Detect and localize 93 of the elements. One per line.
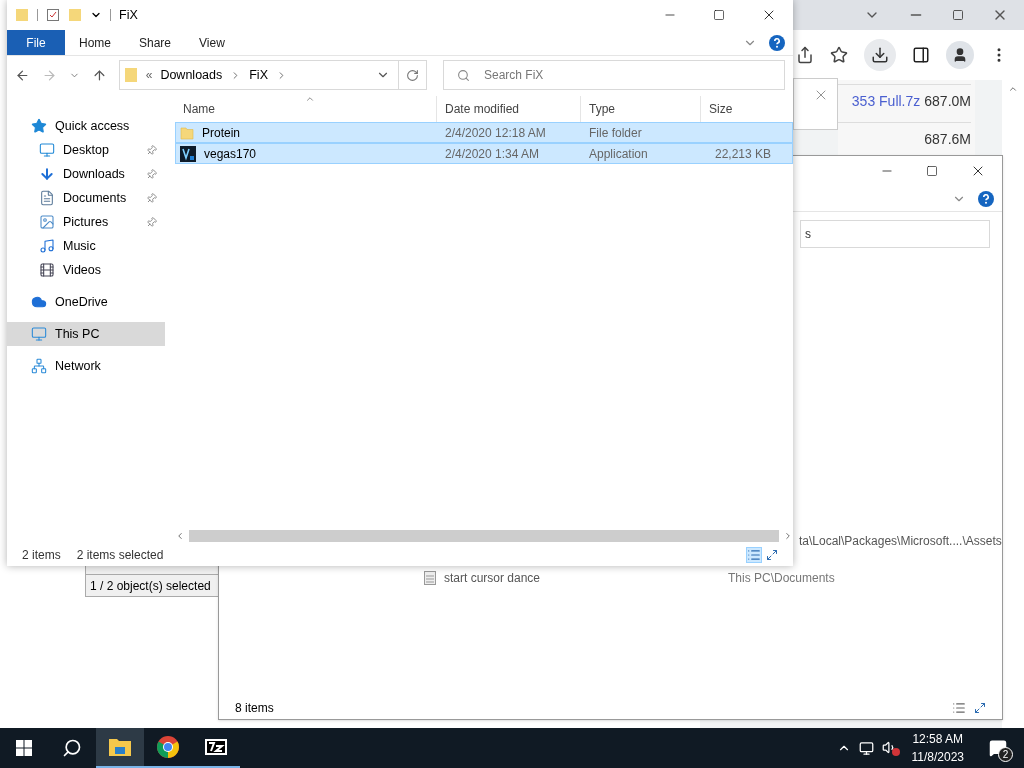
volume-muted-icon[interactable] [881, 740, 900, 756]
selection-status: 1 / 2 object(s) selected [90, 577, 211, 595]
document-icon [39, 190, 55, 206]
file-name: start cursor dance [444, 570, 542, 587]
folder-icon [123, 67, 138, 83]
nav-item[interactable]: Pictures [7, 210, 165, 234]
nav-item[interactable]: OneDrive [7, 290, 165, 314]
nav-item[interactable]: Documents [7, 186, 165, 210]
ribbon-tab[interactable]: Home [65, 30, 125, 55]
windows-logo-icon [16, 740, 32, 756]
ribbon-tab[interactable]: File [7, 30, 65, 55]
download-size: 687.6M [924, 130, 971, 149]
file-row[interactable]: vegas170 2/4/2020 1:34 AM Application 22,213 KB [175, 143, 793, 164]
image-icon [39, 214, 55, 230]
column-header[interactable]: Name [175, 96, 436, 122]
ribbon-tab[interactable]: Share [125, 30, 186, 55]
star-icon[interactable] [830, 46, 848, 64]
file-location: This PC\Documents [728, 570, 835, 587]
details-view-icon[interactable] [746, 547, 762, 563]
date-modified: 2/4/2020 1:34 AM [444, 145, 541, 163]
search-field[interactable]: Search FiX [443, 60, 785, 90]
refresh-icon[interactable] [406, 68, 419, 82]
scroll-right-icon[interactable] [783, 530, 793, 541]
file-icon [424, 571, 436, 585]
notification-button[interactable]: 2 [980, 728, 1016, 768]
breadcrumb-item[interactable]: FiX [249, 65, 268, 85]
monitor-icon [31, 326, 47, 342]
nav-item[interactable]: Music [7, 234, 165, 258]
file-row[interactable]: Protein 2/4/2020 12:18 AM File folder [175, 122, 793, 143]
help-icon[interactable] [978, 190, 994, 207]
window-title: FiX [119, 6, 139, 24]
app-icon [180, 145, 196, 162]
breadcrumb-item[interactable]: Downloads [160, 65, 223, 85]
monitor-icon [39, 142, 55, 158]
details-view-icon[interactable] [952, 701, 966, 715]
folder-icon [108, 737, 132, 757]
search-field[interactable]: s [800, 220, 990, 248]
file-type: Application [588, 145, 649, 163]
download-size: 687.0M [924, 92, 971, 111]
maximize-icon[interactable] [713, 9, 725, 21]
ribbon-tab[interactable]: View [185, 30, 239, 55]
music-note-icon [39, 238, 55, 254]
overflow-chevron[interactable]: « [145, 66, 153, 84]
download-file-name[interactable]: 353 Full.7z [851, 91, 921, 112]
person-icon [952, 47, 968, 63]
file-name: vegas170 [204, 145, 257, 163]
cloud-icon [31, 294, 47, 310]
folder-icon [15, 8, 29, 22]
properties-icon[interactable] [46, 8, 60, 22]
selection-count: 2 items selected [76, 547, 165, 564]
archive-logo-icon [205, 739, 227, 755]
scroll-up-icon[interactable] [1008, 84, 1018, 94]
browser-logo-icon [156, 735, 180, 759]
share-icon[interactable] [796, 46, 814, 64]
clock-date[interactable]: 11/8/2023 [911, 748, 964, 766]
taskbar-app[interactable] [96, 728, 144, 768]
path-text: ta\Local\Packages\Microsoft....\Assets [799, 533, 1002, 550]
network-icon [31, 358, 47, 374]
profile-button[interactable] [946, 41, 974, 69]
address-bar[interactable]: « Downloads FiX [118, 60, 427, 90]
downloads-button[interactable] [864, 39, 896, 71]
file-size: 22,213 KB [713, 145, 772, 163]
date-modified: 2/4/2020 12:18 AM [444, 124, 547, 142]
large-icons-view-icon[interactable] [974, 702, 986, 714]
help-icon[interactable] [769, 34, 785, 51]
search-icon [457, 69, 470, 82]
network-icon[interactable] [858, 740, 874, 756]
star-icon [31, 118, 47, 134]
nav-item[interactable]: Desktop [7, 138, 165, 162]
nav-item[interactable]: This PC [7, 322, 165, 346]
search-text: s [805, 226, 811, 243]
download-icon [871, 46, 889, 64]
file-type: File folder [588, 124, 643, 142]
nav-item[interactable]: Videos [7, 258, 165, 282]
search-icon [62, 738, 82, 758]
side-panel-icon[interactable] [912, 46, 930, 64]
nav-item[interactable]: Network [7, 354, 165, 378]
restore-icon[interactable] [952, 9, 964, 21]
nav-item[interactable]: Downloads [7, 162, 165, 186]
large-icons-view-icon[interactable] [766, 549, 778, 561]
maximize-icon[interactable] [926, 165, 938, 177]
file-name: Protein [202, 124, 241, 142]
horizontal-scrollbar[interactable] [175, 527, 793, 544]
notification-count: 2 [998, 747, 1013, 762]
folder-icon [180, 125, 194, 140]
item-count: 2 items [22, 547, 61, 564]
item-count: 8 items [235, 700, 275, 717]
clock-time[interactable]: 12:58 AM [912, 730, 964, 748]
nav-item[interactable]: Quick access [7, 114, 165, 138]
scroll-left-icon[interactable] [175, 530, 185, 541]
back-icon[interactable] [15, 67, 30, 83]
up-icon[interactable] [91, 67, 107, 83]
film-icon [39, 262, 55, 278]
